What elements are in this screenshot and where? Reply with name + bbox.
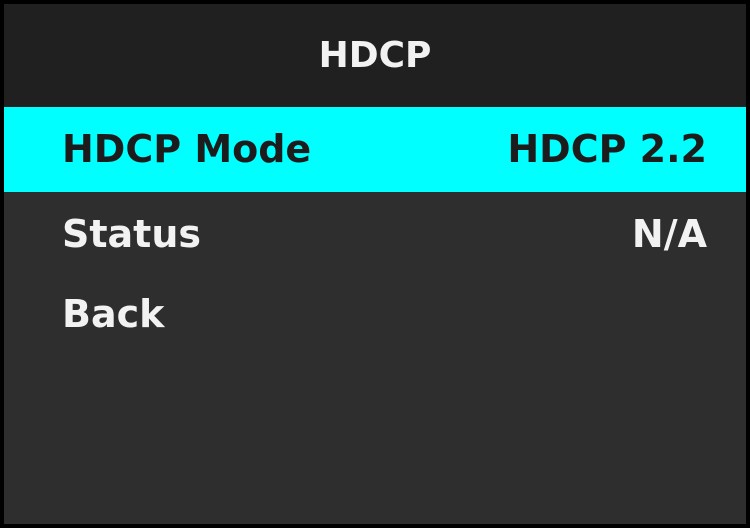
osd-screen: HDCP HDCP Mode HDCP 2.2 Status N/A Back bbox=[0, 0, 750, 528]
menu-item-status[interactable]: Status N/A bbox=[4, 192, 746, 277]
menu-item-value: N/A bbox=[631, 212, 707, 256]
menu-item-hdcp-mode[interactable]: HDCP Mode HDCP 2.2 bbox=[4, 107, 746, 192]
menu-title: HDCP bbox=[4, 4, 746, 107]
menu-item-label: Back bbox=[62, 292, 165, 336]
menu-item-back[interactable]: Back bbox=[4, 272, 746, 357]
menu-item-value: HDCP 2.2 bbox=[507, 127, 707, 171]
menu-item-label: HDCP Mode bbox=[62, 127, 312, 171]
menu-item-label: Status bbox=[62, 212, 202, 256]
